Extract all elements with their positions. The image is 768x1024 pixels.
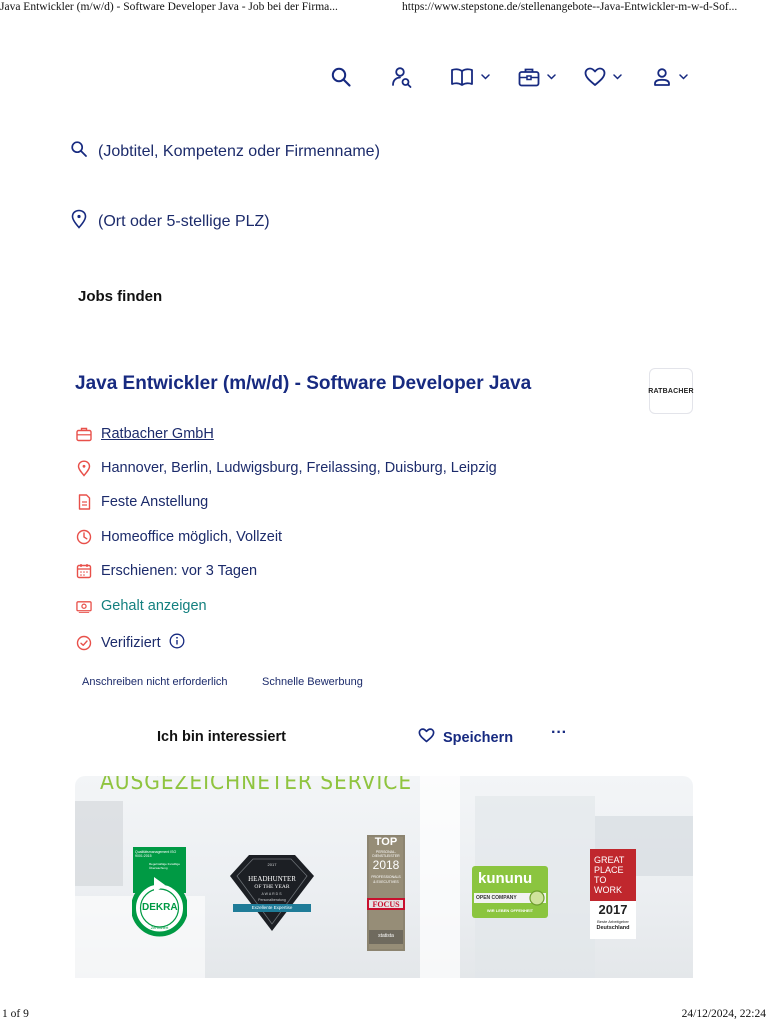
- posted-detail: Erschienen: vor 3 Tagen: [76, 563, 257, 579]
- find-jobs-button[interactable]: Jobs finden: [78, 288, 162, 305]
- salary-detail: Gehalt anzeigen: [76, 598, 207, 614]
- headhunter-line2: OF THE YEAR: [254, 884, 290, 890]
- calendar-icon: [76, 563, 92, 579]
- account-menu[interactable]: [652, 64, 688, 90]
- dekra-sub-text: Regelmäßige freiwillige Überwachung: [149, 862, 181, 870]
- show-salary-link[interactable]: Gehalt anzeigen: [101, 598, 207, 614]
- info-icon[interactable]: [169, 633, 185, 653]
- company-link[interactable]: Ratbacher GmbH: [101, 426, 214, 442]
- print-footer: 1 of 9 24/12/2024, 22:24: [0, 1008, 768, 1024]
- headhunter-award: 2017 HEADHUNTER OF THE YEAR AWARDS Perso…: [229, 854, 315, 932]
- keyword-input[interactable]: [98, 142, 498, 161]
- headhunter-line3: AWARDS: [261, 892, 283, 896]
- focus-brand: FOCUS: [372, 900, 400, 909]
- gptw-line1: GREAT: [594, 855, 625, 865]
- work-mode: Homeoffice möglich, Vollzeit: [101, 529, 283, 545]
- search-icon[interactable]: [330, 64, 352, 90]
- print-datetime: 24/12/2024, 22:24: [681, 1008, 766, 1020]
- dekra-name: DEKRA: [142, 902, 178, 913]
- page-counter: 1 of 9: [2, 1008, 29, 1020]
- keyword-search-row: [70, 140, 498, 163]
- job-title: Java Entwickler (m/w/d) - Software Devel…: [75, 373, 532, 394]
- gptw-year: 2017: [598, 902, 628, 917]
- heart-icon: [584, 67, 606, 87]
- gptw-line2: PLACE: [594, 865, 624, 875]
- save-job-button[interactable]: Speichern: [418, 728, 513, 747]
- focus-line4: & EXECUTIVES: [373, 880, 399, 884]
- verified-detail: Verifiziert: [76, 633, 185, 653]
- tag-quick-apply: Schnelle Bewerbung: [262, 676, 363, 688]
- focus-top: TOP: [374, 836, 398, 848]
- gptw-sub: Beste Arbeitgeber: [597, 919, 629, 924]
- location-pin-icon: [70, 209, 98, 234]
- company-detail: Ratbacher GmbH: [76, 426, 214, 442]
- kununu-footer: WIR LEBEN OFFENHEIT: [486, 908, 534, 913]
- user-icon: [652, 67, 672, 87]
- book-menu[interactable]: [450, 64, 490, 90]
- banner-headline: AUSGEZEICHNETER SERVICE: [100, 776, 413, 795]
- location-detail: Hannover, Berlin, Ludwigsburg, Freilassi…: [76, 459, 497, 477]
- gptw-line4: WORK: [594, 885, 622, 895]
- verified-label: Verifiziert: [101, 635, 161, 651]
- contract-type: Feste Anstellung: [101, 494, 209, 510]
- heart-icon: [418, 728, 443, 747]
- briefcase-icon: [76, 426, 92, 442]
- kununu-name: kununu: [478, 870, 533, 887]
- heart-menu[interactable]: [584, 64, 622, 90]
- check-circle-icon: [76, 635, 92, 651]
- kununu-badge: kununu OPEN COMPANY WIR LEBEN OFFENHEIT: [472, 866, 548, 918]
- chevron-down-icon: [613, 74, 622, 80]
- chevron-down-icon: [481, 74, 490, 80]
- focus-year: 2018: [372, 858, 400, 872]
- book-icon: [450, 66, 474, 88]
- print-header: Java Entwickler (m/w/d) - Software Devel…: [0, 0, 768, 16]
- briefcase-icon: [518, 67, 540, 87]
- more-options-button[interactable]: ···: [551, 724, 567, 742]
- chevron-down-icon: [679, 74, 688, 80]
- chevron-down-icon: [547, 74, 556, 80]
- document-icon: [76, 494, 92, 510]
- focus-line3: PROFESSIONALS: [371, 875, 401, 879]
- contract-detail: Feste Anstellung: [76, 494, 208, 510]
- location-search-row: [70, 209, 498, 234]
- dekra-top-text: Qualitätsmanagement ISO 9001:2015: [135, 850, 177, 858]
- focus-top-award: TOP PERSONAL- DIENSTLEISTER 2018 PROFESS…: [367, 835, 405, 951]
- headhunter-ribbon: Exzellente Expertise: [251, 905, 293, 910]
- headhunter-line4: Personalberatung: [258, 898, 286, 902]
- save-label: Speichern: [443, 729, 514, 746]
- briefcase-menu[interactable]: [518, 64, 556, 90]
- tag-no-cover-letter: Anschreiben nicht erforderlich: [82, 676, 228, 688]
- dekra-seal: Qualitätsmanagement ISO 9001:2015 Regelm…: [131, 847, 188, 939]
- location-pin-icon: [76, 459, 92, 477]
- gptw-line3: TO: [594, 875, 607, 885]
- awards-banner: AUSGEZEICHNETER SERVICE Qualitätsmanagem…: [75, 776, 693, 978]
- clock-icon: [76, 529, 92, 545]
- kununu-badge-text: OPEN COMPANY: [476, 895, 517, 901]
- headhunter-line1: HEADHUNTER: [248, 875, 296, 883]
- job-locations: Hannover, Berlin, Ludwigsburg, Freilassi…: [101, 460, 497, 476]
- gptw-award: GREAT PLACE TO WORK 2017 Beste Arbeitgeb…: [590, 849, 636, 939]
- work-mode-detail: Homeoffice möglich, Vollzeit: [76, 529, 282, 545]
- dekra-certified: Zertifiziert: [150, 925, 169, 930]
- gptw-country: Deutschland: [596, 925, 630, 931]
- apply-interested-button[interactable]: Ich bin interessiert: [157, 729, 286, 745]
- print-url: https://www.stepstone.de/stellenangebote…: [402, 1, 738, 13]
- posted-date: Erschienen: vor 3 Tagen: [101, 563, 258, 579]
- location-input[interactable]: [98, 212, 498, 231]
- headhunter-year: 2017: [267, 862, 277, 867]
- user-search-icon[interactable]: [390, 64, 414, 90]
- search-icon: [70, 140, 98, 163]
- focus-source: statista: [378, 933, 394, 939]
- money-icon: [76, 598, 92, 614]
- print-page-title: Java Entwickler (m/w/d) - Software Devel…: [0, 1, 338, 13]
- company-logo[interactable]: RATBACHER: [648, 368, 694, 414]
